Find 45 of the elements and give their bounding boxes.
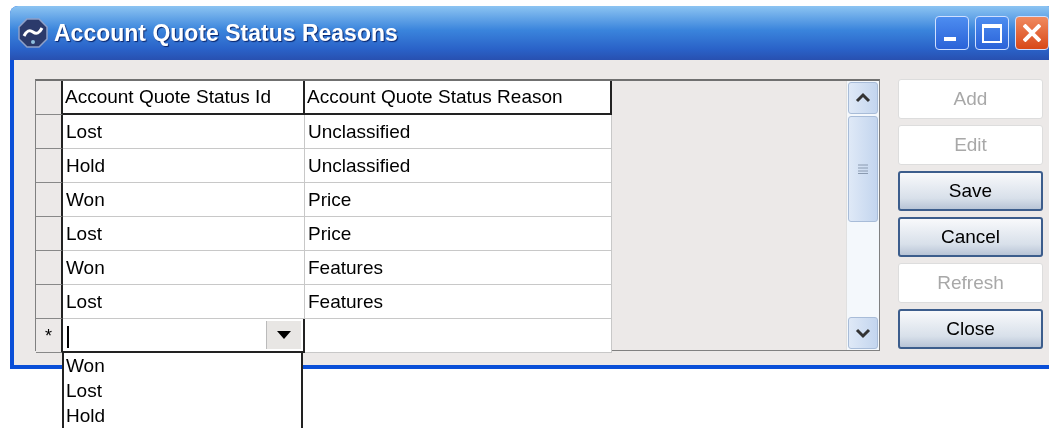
maximize-button[interactable]: [975, 16, 1009, 50]
down-chevron-icon: [854, 327, 872, 339]
row-selector[interactable]: [36, 251, 63, 285]
scroll-thumb[interactable]: [848, 116, 878, 222]
caret-icon: [277, 331, 291, 339]
text-cursor: [67, 326, 69, 348]
window-title: Account Quote Status Reasons: [54, 19, 399, 47]
new-row-marker: *: [36, 319, 63, 353]
minimize-icon: [944, 37, 956, 41]
dropdown-option[interactable]: Lost: [64, 378, 301, 403]
close-button[interactable]: [1015, 16, 1049, 50]
row-selector[interactable]: [36, 115, 63, 149]
close-icon: [1023, 24, 1041, 42]
scroll-up-button[interactable]: [848, 82, 878, 114]
table-cell: Lost: [63, 115, 305, 149]
up-chevron-icon: [854, 92, 872, 104]
table-cell: Won: [63, 251, 305, 285]
table-cell: Won: [63, 183, 305, 217]
vertical-scrollbar[interactable]: [846, 81, 879, 350]
minimize-button[interactable]: [935, 16, 969, 50]
dropdown-option[interactable]: Hold: [64, 403, 301, 428]
table-cell: Features: [305, 285, 612, 319]
action-button[interactable]: Save: [898, 171, 1043, 211]
table-cell: Price: [305, 183, 612, 217]
row-selector[interactable]: [36, 217, 63, 251]
table-cell: Lost: [63, 285, 305, 319]
row-selector[interactable]: [36, 183, 63, 217]
table-cell: Features: [305, 251, 612, 285]
table-cell: Lost: [63, 217, 305, 251]
row-selector[interactable]: [36, 149, 63, 183]
scroll-down-button[interactable]: [848, 317, 878, 349]
table-cell: Hold: [63, 149, 305, 183]
column-header[interactable]: Account Quote Status Reason: [305, 81, 612, 115]
table-cell: Unclassified: [305, 149, 612, 183]
row-selector[interactable]: [36, 285, 63, 319]
grip-icon: [858, 164, 868, 174]
table-cell: Unclassified: [305, 115, 612, 149]
table-cell: Price: [305, 217, 612, 251]
dropdown-button[interactable]: [266, 321, 301, 349]
maximize-icon: [982, 23, 1002, 43]
column-header[interactable]: Account Quote Status Id: [63, 81, 305, 115]
app-logo-icon: [18, 18, 48, 48]
action-button[interactable]: Cancel: [898, 217, 1043, 257]
dropdown-option[interactable]: Won: [64, 353, 301, 378]
action-button[interactable]: Close: [898, 309, 1043, 349]
